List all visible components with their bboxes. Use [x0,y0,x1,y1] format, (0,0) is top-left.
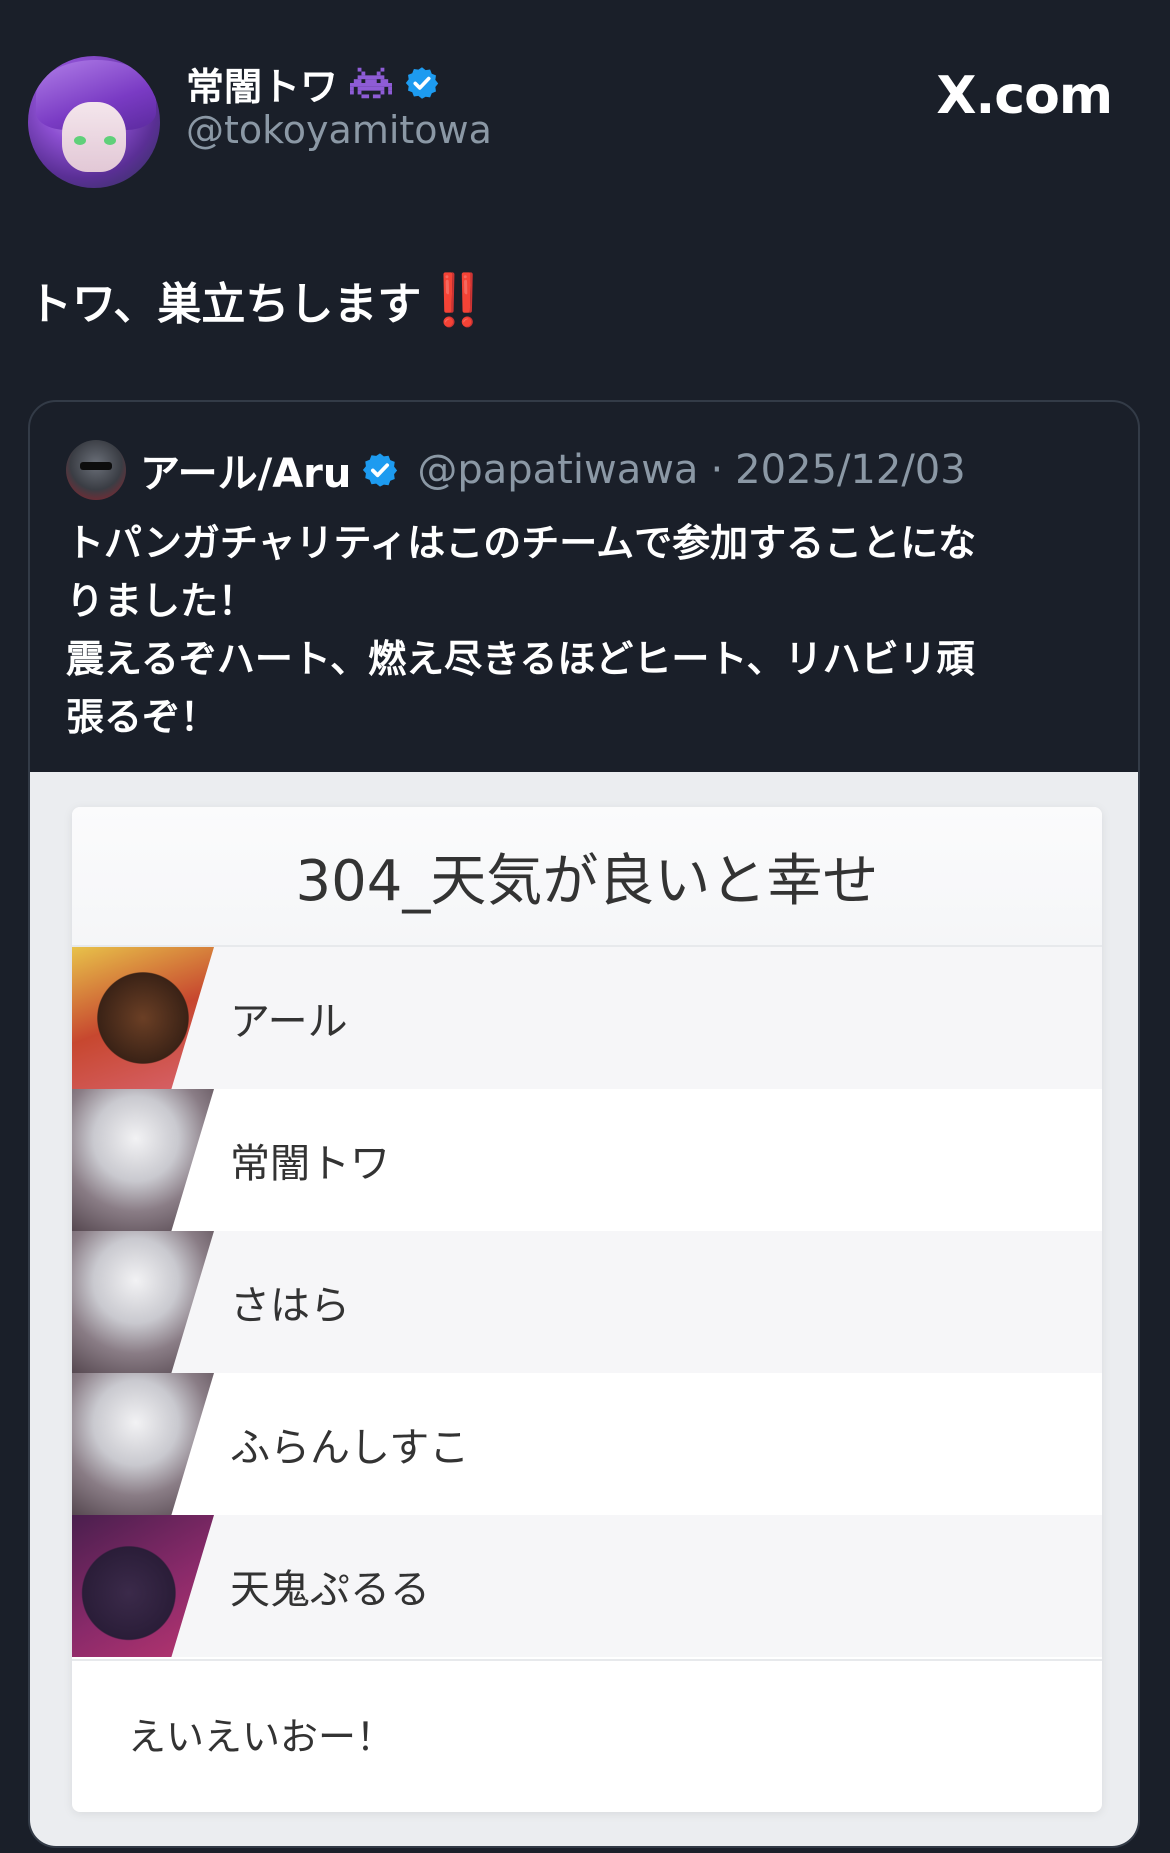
quote-text: トパンガチャリティはこのチームで参加することにな りました！ 震えるぞハート、燃… [66,514,1106,746]
character-portrait-icon [72,1373,214,1515]
author-handle[interactable]: @tokoyamitowa [186,108,492,152]
quote-text-line: りました！ [66,579,257,623]
character-portrait-icon [72,947,214,1089]
team-title: 304_天気が良いと幸せ [72,807,1102,947]
author-avatar[interactable] [28,56,160,188]
member-name: ふらんしすこ [230,1425,470,1471]
x-com-watermark: X.com [936,66,1113,126]
alien-monster-icon [350,67,393,99]
team-footer-text: えいえいおー！ [128,1714,395,1759]
member-row: 常闇トワ [72,1089,1102,1231]
post-header: 常闇トワ @tokoyamitowa X.com [28,56,1142,190]
quote-media-image[interactable]: 304_天気が良いと幸せ アール 常闇トワ さはら ふらんしすこ 天鬼ぷるる え… [30,772,1138,1846]
post-body: トワ、巣立ちします [28,279,422,330]
character-portrait-icon [72,1089,214,1231]
verified-badge-icon [363,453,398,487]
quote-author-avatar[interactable] [66,440,126,500]
separator-dot: · [710,447,724,493]
verified-badge-icon [405,67,439,99]
quote-text-line: 震えるぞハート、燃え尽きるほどヒート、リハビリ頑 [66,637,975,681]
quote-date[interactable]: 2025/12/03 [735,447,966,493]
member-row: ふらんしすこ [72,1373,1102,1515]
quote-author-handle[interactable]: @papatiwawa [417,447,698,493]
team-card: 304_天気が良いと幸せ アール 常闇トワ さはら ふらんしすこ 天鬼ぷるる え… [72,807,1102,1812]
member-name: さはら [230,1283,350,1329]
member-name: 天鬼ぷるる [230,1567,430,1613]
member-name: 常闇トワ [230,1141,390,1187]
double-exclamation-icon: ‼️ [427,270,489,329]
member-row: アール [72,947,1102,1089]
character-portrait-icon [72,1231,214,1373]
member-name: アール [230,999,348,1045]
author-name[interactable]: 常闇トワ [186,56,338,111]
member-row: さはら [72,1231,1102,1373]
quote-author-name[interactable]: アール/Aru [140,441,351,499]
quoted-post-card[interactable]: アール/Aru @papatiwawa · 2025/12/03 トパンガチャリ… [28,400,1140,1848]
author-name-line[interactable]: 常闇トワ [186,60,440,109]
quote-text-line: 張るぞ！ [66,695,219,739]
divider [72,1659,1102,1661]
character-portrait-icon [72,1515,214,1657]
member-row: 天鬼ぷるる [72,1515,1102,1657]
post-text: トワ、巣立ちします ‼️ [28,268,490,332]
quote-header: アール/Aru @papatiwawa · 2025/12/03 [66,440,966,500]
quote-text-line: トパンガチャリティはこのチームで参加することにな [66,521,977,565]
